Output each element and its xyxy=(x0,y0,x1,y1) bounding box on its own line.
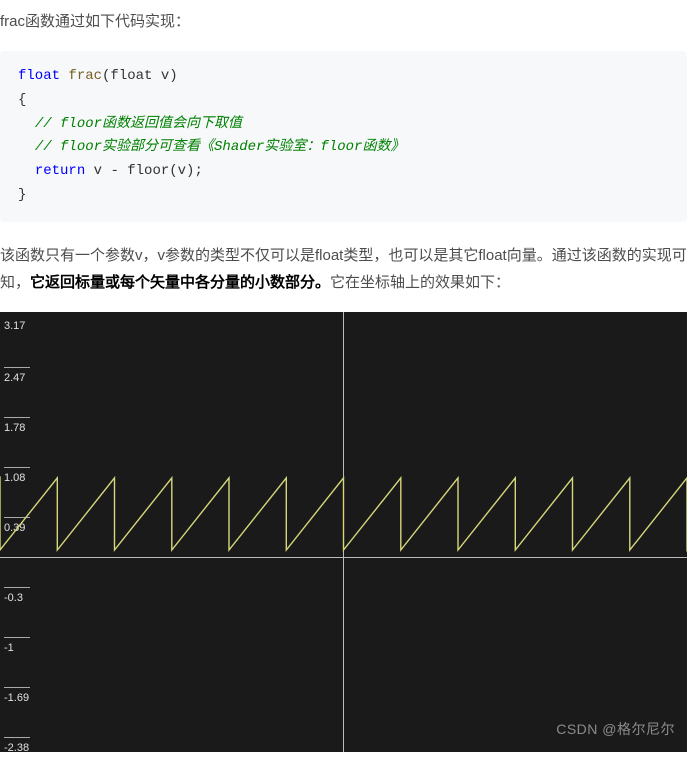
intro-paragraph: frac函数通过如下代码实现： xyxy=(0,8,687,35)
para2-bold: 它返回标量或每个矢量中各分量的小数部分。 xyxy=(30,274,330,291)
chart: 3.17 2.47 1.78 1.08 0.39 -0.3 -1 -1.69 -… xyxy=(0,312,687,752)
return-line: return v - floor(v); xyxy=(35,163,203,179)
function-name: frac xyxy=(68,68,102,84)
para2-c: 它在坐标轴上的效果如下： xyxy=(330,274,510,291)
code-line-1: float frac(float v) xyxy=(18,68,178,84)
brace-close: } xyxy=(18,187,26,203)
code-comment-2: // floor实验部分可查看《Shader实验室：floor函数》 xyxy=(35,139,405,155)
code-block: float frac(float v) { // floor函数返回值会向下取值… xyxy=(0,51,687,222)
description-paragraph: 该函数只有一个参数v，v参数的类型不仅可以是float类型，也可以是其它floa… xyxy=(0,242,687,296)
code-comment-1: // floor函数返回值会向下取值 xyxy=(35,116,242,132)
params: (float v) xyxy=(102,68,178,84)
watermark-text: CSDN @格尔尼尔 xyxy=(556,717,675,742)
keyword-type: float xyxy=(18,68,60,84)
brace-open: { xyxy=(18,92,26,108)
keyword-return: return xyxy=(35,163,85,179)
return-body: v - floor(v); xyxy=(85,163,203,179)
sawtooth-plot xyxy=(0,312,687,752)
